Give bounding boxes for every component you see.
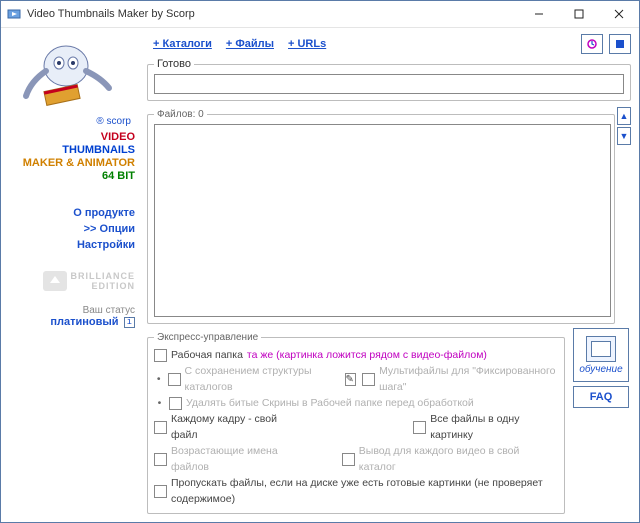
lbl-same-hint: та же (картинка ложится рядом с видео-фа…	[247, 347, 487, 363]
files-group: Файлов: 0	[147, 109, 615, 324]
app-icon	[7, 7, 21, 21]
cb-all-one[interactable]	[413, 421, 426, 434]
cb-each-video[interactable]	[342, 453, 355, 466]
cb-work-folder[interactable]	[154, 349, 167, 362]
cb-skip-existing[interactable]	[154, 485, 167, 498]
titlebar: Video Thumbnails Maker by Scorp	[1, 1, 639, 28]
lbl-each-video: Вывод для каждого видео в свой каталог	[359, 443, 558, 475]
app-window: Video Thumbnails Maker by Scorp ® sc	[0, 0, 640, 523]
history-button[interactable]	[581, 34, 603, 54]
nav-settings[interactable]: Настройки	[1, 237, 135, 253]
lbl-delete-broken: Удалять битые Скрины в Рабочей папке пер…	[186, 395, 474, 411]
express-group: Экспресс-управление Рабочая папка та же …	[147, 332, 565, 514]
status-label: Ваш статус	[1, 305, 135, 316]
learn-button[interactable]: обучение	[573, 328, 629, 382]
brand-block: VIDEO THUMBNAILS MAKER & ANIMATOR 64 BIT	[1, 131, 135, 183]
window-title: Video Thumbnails Maker by Scorp	[27, 8, 519, 20]
lbl-multifiles: Мультифайлы для "Фиксированного шага"	[379, 363, 558, 395]
cb-delete-broken[interactable]	[169, 397, 182, 410]
status-info-icon[interactable]: i	[124, 317, 135, 328]
edition-line-2: EDITION	[71, 281, 136, 291]
lbl-all-one: Все файлы в одну картинку	[430, 411, 558, 443]
ready-field[interactable]	[154, 74, 624, 94]
ready-legend: Готово	[154, 58, 194, 70]
nav-about[interactable]: О продукте	[1, 205, 135, 221]
nav-links: О продукте >> Опции Настройки	[1, 205, 135, 253]
lbl-skip-existing: Пропускать файлы, если на диске уже есть…	[171, 475, 558, 507]
lbl-grow-names: Возрастающие имена файлов	[171, 443, 318, 475]
reorder-arrows: ▲ ▼	[617, 105, 631, 324]
lbl-keep-struct: С сохранением структуры каталогов	[185, 363, 339, 395]
tab-urls[interactable]: + URLs	[288, 38, 326, 50]
tab-row: + Каталоги + Файлы + URLs	[147, 34, 631, 54]
edition-icon	[43, 271, 67, 291]
close-button[interactable]	[599, 1, 639, 27]
files-list[interactable]	[154, 124, 611, 317]
help-column: обучение FAQ	[571, 328, 631, 514]
edit-struct-icon[interactable]	[345, 373, 357, 386]
brand-line-1: VIDEO	[1, 131, 135, 144]
brand-line-2: THUMBNAILS	[1, 144, 135, 157]
bullet-icon: •	[154, 371, 164, 387]
learn-label: обучение	[579, 364, 622, 375]
minimize-button[interactable]	[519, 1, 559, 27]
express-legend: Экспресс-управление	[154, 332, 261, 343]
main-panel: + Каталоги + Файлы + URLs Готово	[143, 28, 639, 522]
stop-button[interactable]	[609, 34, 631, 54]
lbl-each-frame: Каждому кадру - свой файл	[171, 411, 299, 443]
faq-button[interactable]: FAQ	[573, 386, 629, 408]
move-down-button[interactable]: ▼	[617, 127, 631, 145]
scorp-link[interactable]: ® scorp	[1, 116, 131, 127]
files-legend: Файлов: 0	[154, 109, 207, 120]
tab-files[interactable]: + Файлы	[226, 38, 274, 50]
brand-line-4: 64 BIT	[1, 170, 135, 183]
nav-options[interactable]: >> Опции	[1, 221, 135, 237]
edition-badge: BRILLIANCE EDITION	[1, 271, 135, 291]
bullet-icon: •	[154, 395, 165, 411]
learn-icon	[586, 336, 616, 362]
lbl-work-folder: Рабочая папка	[171, 347, 243, 363]
maximize-button[interactable]	[559, 1, 599, 27]
cb-grow-names[interactable]	[154, 453, 167, 466]
sidebar: ® scorp VIDEO THUMBNAILS MAKER & ANIMATO…	[1, 28, 143, 522]
cb-multifiles[interactable]	[362, 373, 375, 386]
owl-logo	[11, 36, 131, 116]
ready-group: Готово	[147, 58, 631, 101]
tab-catalogs[interactable]: + Каталоги	[153, 38, 212, 50]
status-value: платиновый	[50, 316, 118, 328]
move-up-button[interactable]: ▲	[617, 107, 631, 125]
brand-line-3: MAKER & ANIMATOR	[1, 157, 135, 170]
edition-line-1: BRILLIANCE	[71, 271, 136, 281]
cb-each-frame[interactable]	[154, 421, 167, 434]
cb-keep-struct[interactable]	[168, 373, 181, 386]
